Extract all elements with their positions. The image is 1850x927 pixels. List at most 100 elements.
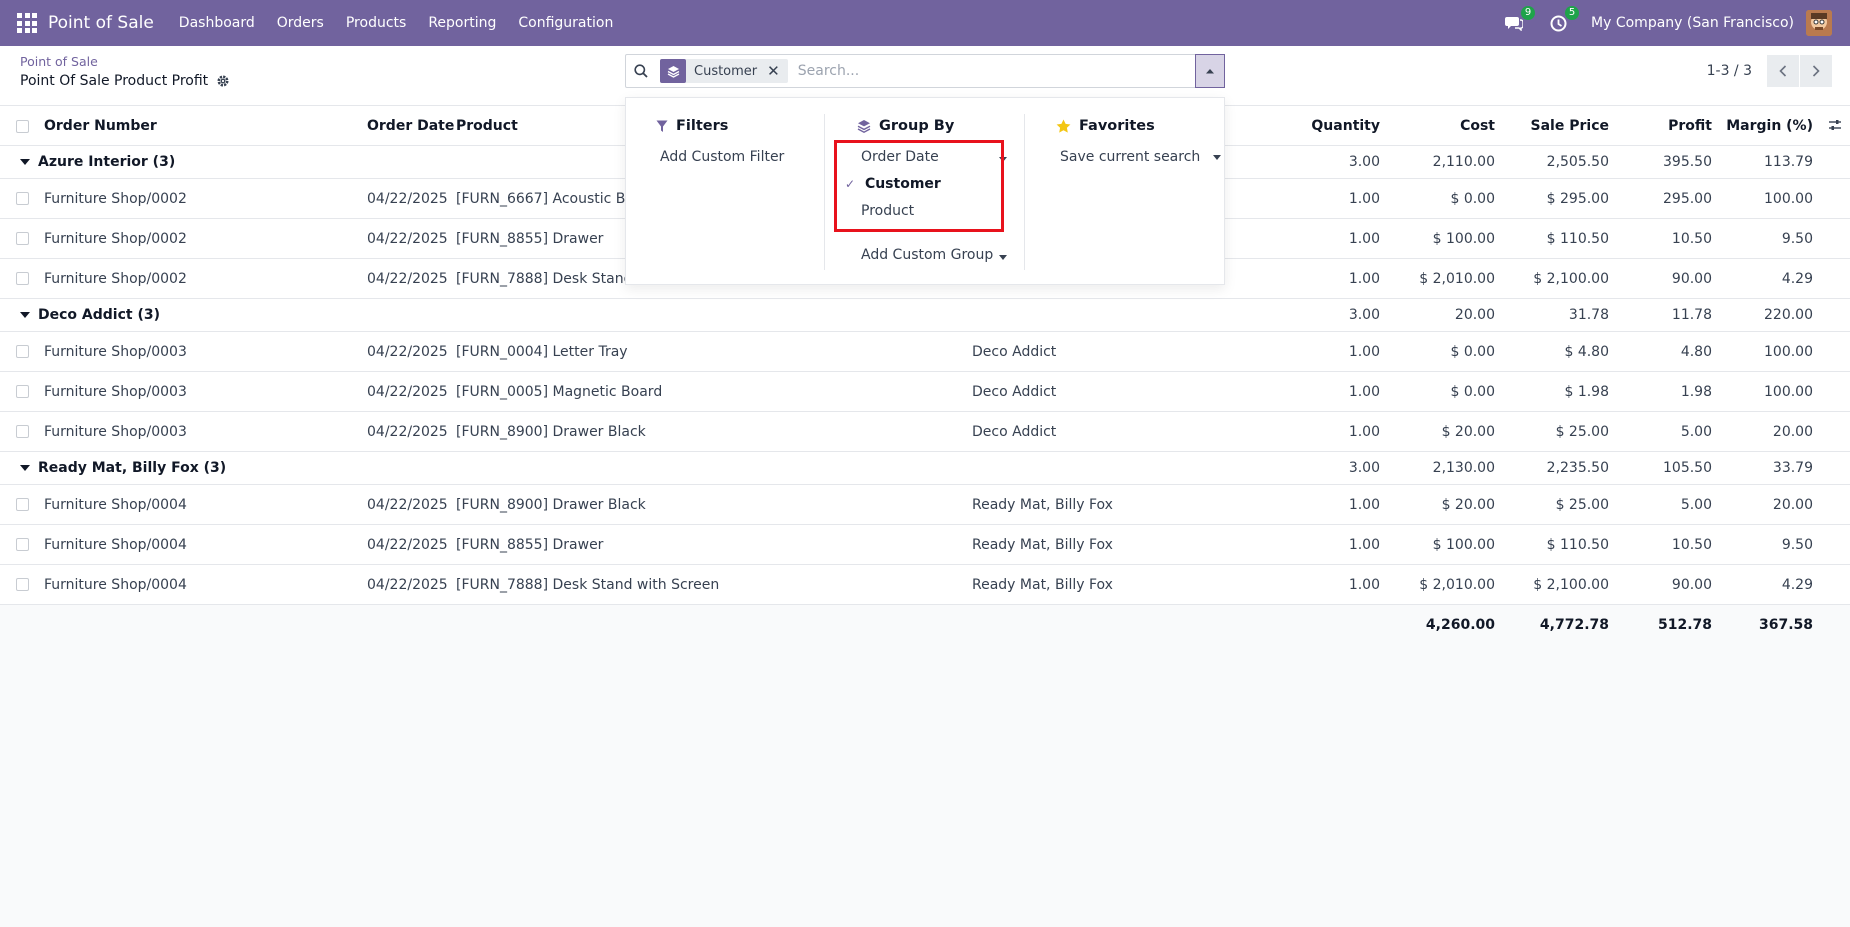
cell-customer: Deco Addict	[972, 424, 1057, 440]
cell-order: Furniture Shop/0002	[44, 231, 187, 247]
column-header-cost[interactable]: Cost	[1460, 106, 1495, 146]
group-profit: 105.50	[1663, 460, 1712, 476]
column-header-product[interactable]: Product	[456, 106, 518, 146]
search-input[interactable]	[797, 63, 1224, 79]
search-bar: Customer ✕	[625, 54, 1225, 88]
row-checkbox[interactable]	[16, 498, 29, 511]
search-facet-groupby: Customer ✕	[660, 59, 788, 83]
row-checkbox[interactable]	[16, 272, 29, 285]
cell-margin: 20.00	[1772, 424, 1813, 440]
caret-down-icon	[1212, 154, 1221, 160]
apps-grid-icon[interactable]	[16, 12, 38, 34]
facet-remove-button[interactable]: ✕	[765, 62, 788, 80]
group-margin: 220.00	[1764, 307, 1813, 323]
menu-orders[interactable]: Orders	[266, 0, 335, 46]
cell-sale: $ 25.00	[1555, 424, 1609, 440]
cell-cost: $ 2,010.00	[1419, 577, 1495, 593]
add-custom-group-select[interactable]: Add Custom Group	[861, 247, 1007, 263]
cell-margin: 4.29	[1781, 271, 1813, 287]
groupby-order-date[interactable]: Order Date	[861, 149, 1007, 165]
groupby-customer[interactable]: ✓ Customer	[845, 176, 941, 192]
cell-profit: 10.50	[1671, 231, 1712, 247]
menu-reporting[interactable]: Reporting	[417, 0, 507, 46]
group-cost: 20.00	[1454, 307, 1495, 323]
table-row[interactable]: Furniture Shop/0003 04/22/2025 [FURN_8900]…	[0, 412, 1850, 452]
group-label: Deco Addict (3)	[38, 307, 160, 323]
cell-product: [FURN_0005] Magnetic Board	[456, 384, 663, 400]
cell-product: [FURN_8855] Drawer	[456, 537, 604, 553]
favorites-column: Favorites Save current search	[1025, 98, 1225, 284]
caret-down-icon	[20, 159, 30, 165]
cell-margin: 100.00	[1764, 344, 1813, 360]
cell-qty: 1.00	[1348, 191, 1380, 207]
row-checkbox[interactable]	[16, 425, 29, 438]
star-icon	[1056, 119, 1071, 133]
company-switcher[interactable]: My Company (San Francisco)	[1591, 15, 1794, 31]
table-row[interactable]: Furniture Shop/0003 04/22/2025 [FURN_0004]…	[0, 332, 1850, 372]
row-checkbox[interactable]	[16, 578, 29, 591]
cell-profit: 90.00	[1671, 577, 1712, 593]
cell-qty: 1.00	[1348, 424, 1380, 440]
filters-column: Filters Add Custom Filter	[626, 98, 824, 284]
cell-date: 04/22/2025	[367, 231, 448, 247]
cell-product: [FURN_7888] Desk Stand with Screen	[456, 577, 720, 593]
pager-value[interactable]: 1-3 / 3	[1707, 63, 1752, 79]
menu-products[interactable]: Products	[335, 0, 417, 46]
groupby-product[interactable]: Product	[861, 203, 914, 219]
column-header-order-number[interactable]: Order Number	[44, 106, 157, 146]
select-all-checkbox[interactable]	[16, 120, 29, 133]
cell-product: [FURN_8900] Drawer Black	[456, 424, 646, 440]
chevron-right-icon	[1812, 65, 1820, 77]
pager-previous-button[interactable]	[1767, 55, 1799, 87]
caret-down-icon	[20, 465, 30, 471]
group-cost: 2,110.00	[1432, 154, 1495, 170]
column-header-sale-price[interactable]: Sale Price	[1531, 106, 1609, 146]
total-margin: 367.58	[1758, 617, 1813, 633]
cell-qty: 1.00	[1348, 271, 1380, 287]
table-row[interactable]: Furniture Shop/0004 04/22/2025 [FURN_7888]…	[0, 565, 1850, 605]
cell-profit: 90.00	[1671, 271, 1712, 287]
column-header-order-date[interactable]: Order Date	[367, 106, 454, 146]
cell-order: Furniture Shop/0003	[44, 424, 187, 440]
activities-button[interactable]: 5	[1547, 6, 1580, 34]
pager-next-button[interactable]	[1800, 55, 1832, 87]
row-checkbox[interactable]	[16, 232, 29, 245]
cell-date: 04/22/2025	[367, 577, 448, 593]
search-panel-toggle[interactable]	[1195, 54, 1225, 88]
cell-order: Furniture Shop/0003	[44, 384, 187, 400]
row-checkbox[interactable]	[16, 345, 29, 358]
row-checkbox[interactable]	[16, 385, 29, 398]
search-icon	[626, 64, 656, 78]
menu-dashboard[interactable]: Dashboard	[168, 0, 266, 46]
table-row[interactable]: Furniture Shop/0004 04/22/2025 [FURN_8900]…	[0, 485, 1850, 525]
messages-button[interactable]: 9	[1503, 6, 1536, 34]
table-row[interactable]: Furniture Shop/0004 04/22/2025 [FURN_8855]…	[0, 525, 1850, 565]
layers-icon	[660, 59, 686, 83]
group-row[interactable]: Deco Addict (3) 3.00 20.00 31.78 11.78 220.00	[0, 299, 1850, 332]
group-row[interactable]: Ready Mat, Billy Fox (3) 3.00 2,130.00 2,23…	[0, 452, 1850, 485]
app-brand[interactable]: Point of Sale	[48, 13, 154, 33]
column-header-margin[interactable]: Margin (%)	[1726, 106, 1813, 146]
cell-qty: 1.00	[1348, 497, 1380, 513]
column-header-profit[interactable]: Profit	[1668, 106, 1712, 146]
column-header-quantity[interactable]: Quantity	[1311, 106, 1380, 146]
cell-customer: Deco Addict	[972, 344, 1057, 360]
cell-customer: Ready Mat, Billy Fox	[972, 577, 1113, 593]
save-current-search-button[interactable]: Save current search	[1060, 149, 1221, 165]
column-options-icon[interactable]	[1828, 118, 1842, 136]
add-custom-filter-button[interactable]: Add Custom Filter	[660, 149, 784, 165]
group-label: Ready Mat, Billy Fox (3)	[38, 460, 227, 476]
cell-product: [FURN_8900] Drawer Black	[456, 497, 646, 513]
cell-sale: $ 1.98	[1564, 384, 1609, 400]
table-row[interactable]: Furniture Shop/0003 04/22/2025 [FURN_0005]…	[0, 372, 1850, 412]
group-margin: 113.79	[1764, 154, 1813, 170]
gear-icon[interactable]	[216, 74, 230, 88]
menu-configuration[interactable]: Configuration	[507, 0, 624, 46]
avatar[interactable]	[1806, 10, 1832, 36]
save-current-search-label: Save current search	[1060, 149, 1201, 165]
row-checkbox[interactable]	[16, 538, 29, 551]
cell-customer: Deco Addict	[972, 384, 1057, 400]
breadcrumb-parent[interactable]: Point of Sale	[20, 54, 98, 69]
row-checkbox[interactable]	[16, 192, 29, 205]
search-panel-dropdown: Filters Add Custom Filter Group By Order…	[625, 97, 1225, 285]
